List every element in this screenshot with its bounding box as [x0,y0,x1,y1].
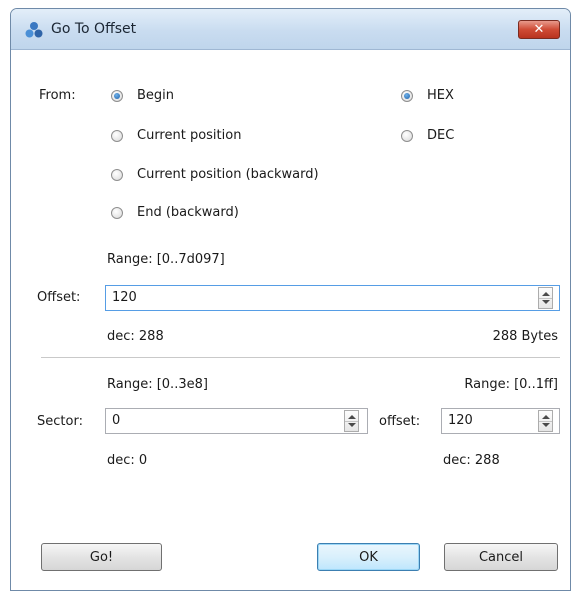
ok-button-label: OK [359,549,378,565]
ok-button[interactable]: OK [317,543,420,571]
offset-label: Offset: [37,290,81,305]
sector-range-label: Range: [0..3e8] [107,377,208,392]
offset-bytes-value: 288 Bytes [492,329,558,344]
offset-dec-value: dec: 288 [107,329,164,344]
separator [41,357,560,358]
radio-current-position-backward-label[interactable]: Current position (backward) [137,167,319,182]
cancel-button[interactable]: Cancel [444,543,558,571]
sector-input[interactable]: 0 [105,408,368,434]
sector-label: Sector: [37,414,83,429]
radio-end-backward[interactable] [111,207,123,219]
spin-up-icon[interactable] [542,415,550,419]
close-icon: ✕ [533,22,545,37]
sector-dec-value: dec: 0 [107,453,148,468]
radio-begin-label[interactable]: Begin [137,88,174,103]
from-label: From: [39,88,76,103]
cancel-button-label: Cancel [478,549,524,565]
title-bar: Go To Offset ✕ [11,9,570,50]
radio-current-position[interactable] [111,130,123,142]
radio-hex-label[interactable]: HEX [427,88,454,103]
go-button-label: Go! [89,549,114,565]
sector-offset-spinner[interactable] [538,410,553,432]
sector-offset-range-label: Range: [0..1ff] [464,377,558,392]
dialog-body: From: Begin Current position Current pos… [11,50,570,590]
radio-begin[interactable] [111,90,123,102]
sector-offset-label: offset: [379,414,421,429]
go-to-offset-dialog: Go To Offset ✕ From: Begin Current posit… [10,8,571,591]
window-title: Go To Offset [51,21,137,37]
spin-up-icon[interactable] [348,415,356,419]
offset-spinner[interactable] [538,287,553,309]
sector-input-value: 0 [112,413,121,428]
radio-dec-label[interactable]: DEC [427,128,454,143]
sector-spinner[interactable] [344,410,359,432]
radio-current-position-label[interactable]: Current position [137,128,241,143]
sector-offset-dec-value: dec: 288 [443,453,500,468]
go-button[interactable]: Go! [41,543,162,571]
spin-down-icon[interactable] [542,300,550,304]
radio-hex[interactable] [401,90,413,102]
sector-offset-input-value: 120 [448,413,473,428]
offset-input-value: 120 [112,290,137,305]
close-button[interactable]: ✕ [518,20,560,39]
offset-input[interactable]: 120 [105,285,560,311]
offset-range-label: Range: [0..7d097] [107,252,225,267]
radio-dec[interactable] [401,130,413,142]
spin-down-icon[interactable] [542,423,550,427]
app-icon [25,22,43,38]
spin-up-icon[interactable] [542,292,550,296]
radio-current-position-backward[interactable] [111,169,123,181]
radio-end-backward-label[interactable]: End (backward) [137,205,239,220]
spin-down-icon[interactable] [348,423,356,427]
